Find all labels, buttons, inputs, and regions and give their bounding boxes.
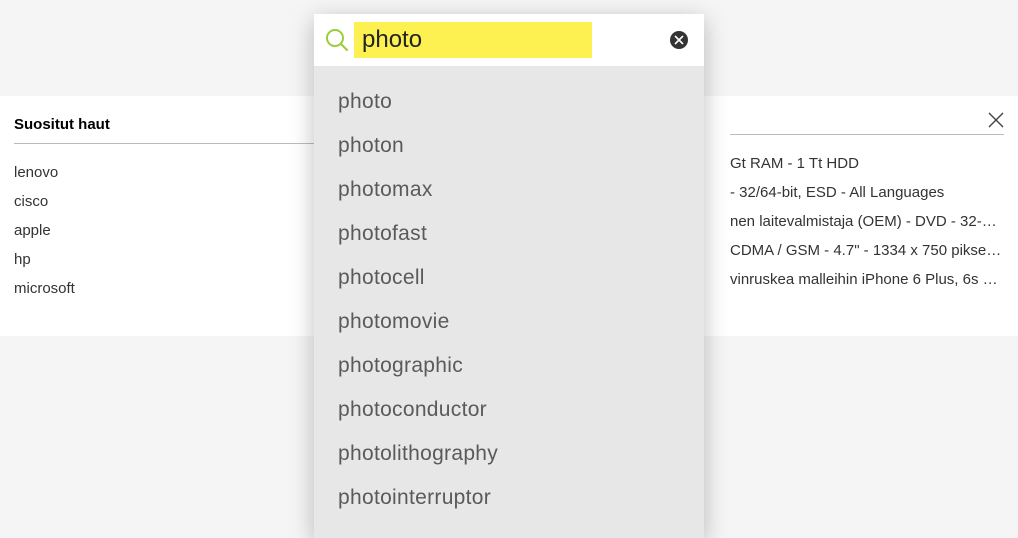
product-results: Gt RAM - 1 Tt HDD - 32/64-bit, ESD - All…: [730, 116, 1004, 294]
search-input[interactable]: [354, 22, 592, 58]
popular-item[interactable]: lenovo: [14, 158, 314, 187]
suggestion-item[interactable]: photomax: [314, 168, 704, 212]
clear-icon[interactable]: [670, 31, 688, 49]
popular-list: lenovo cisco apple hp microsoft: [14, 158, 314, 303]
suggestion-item[interactable]: photon: [314, 124, 704, 168]
popular-searches: Suositut haut lenovo cisco apple hp micr…: [14, 116, 314, 303]
popular-item[interactable]: hp: [14, 245, 314, 274]
search-overlay: photo photon photomax photofast photocel…: [314, 14, 704, 538]
product-list: Gt RAM - 1 Tt HDD - 32/64-bit, ESD - All…: [730, 149, 1004, 294]
suggestion-list: photo photon photomax photofast photocel…: [314, 66, 704, 538]
suggestion-item[interactable]: photofast: [314, 212, 704, 256]
product-item[interactable]: nen laitevalmistaja (OEM) - DVD - 32-bit…: [730, 207, 1004, 236]
close-icon[interactable]: [988, 112, 1004, 132]
suggestion-item[interactable]: photocell: [314, 256, 704, 300]
search-icon: [324, 27, 350, 53]
search-bar: [314, 14, 704, 66]
product-item[interactable]: CDMA / GSM - 4.7" - 1334 x 750 pikseli…: [730, 236, 1004, 265]
product-item[interactable]: Gt RAM - 1 Tt HDD: [730, 149, 1004, 178]
suggestion-item[interactable]: photointerruptor: [314, 476, 704, 520]
popular-item[interactable]: microsoft: [14, 274, 314, 303]
suggestion-item[interactable]: photoconductor: [314, 388, 704, 432]
suggestion-item[interactable]: photolithography: [314, 432, 704, 476]
popular-item[interactable]: apple: [14, 216, 314, 245]
popular-heading: Suositut haut: [14, 116, 314, 144]
suggestion-item[interactable]: photo: [314, 80, 704, 124]
divider: [730, 116, 1004, 135]
product-item[interactable]: vinruskea malleihin iPhone 6 Plus, 6s Pl…: [730, 265, 1004, 294]
product-item[interactable]: - 32/64-bit, ESD - All Languages: [730, 178, 1004, 207]
suggestion-item[interactable]: photographic: [314, 344, 704, 388]
popular-item[interactable]: cisco: [14, 187, 314, 216]
suggestion-item[interactable]: photomovie: [314, 300, 704, 344]
search-input-wrap: [354, 22, 592, 58]
